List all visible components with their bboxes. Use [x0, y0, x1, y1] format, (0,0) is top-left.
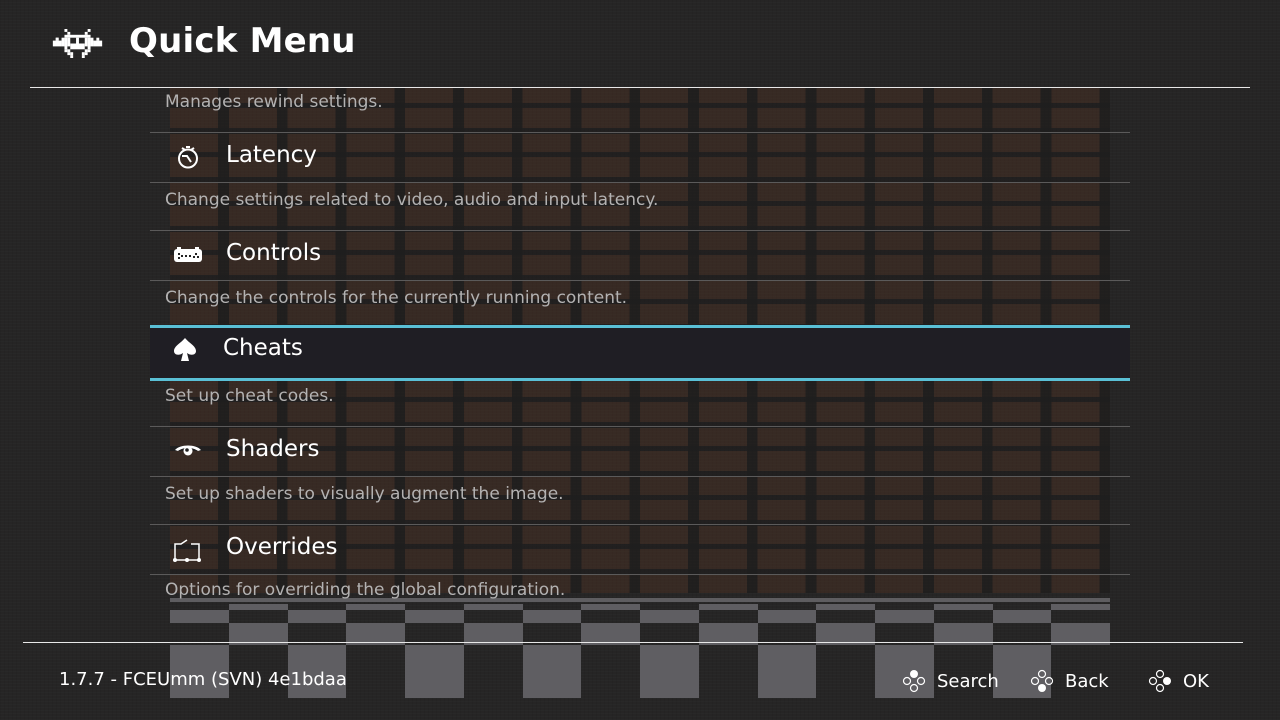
- core-version-label: 1.7.7 - FCEUmm (SVN) 4e1bdaa: [59, 669, 347, 690]
- divider: [150, 182, 1130, 183]
- checker-cell: [875, 610, 934, 623]
- checker-cell: [405, 645, 464, 698]
- checker-cell: [170, 610, 229, 623]
- menu-item-label: Latency: [226, 142, 317, 168]
- checker-cell: [933, 604, 993, 610]
- menu-item-row-selected[interactable]: Cheats: [150, 325, 1130, 381]
- checker-cell: [346, 604, 405, 610]
- spade-icon: [174, 338, 196, 361]
- back-button[interactable]: Back: [1029, 666, 1109, 696]
- ok-button-label: OK: [1183, 670, 1209, 692]
- checker-cell: [757, 645, 817, 698]
- retroarch-invader-icon: [52, 29, 103, 58]
- menu-item-row[interactable]: Shaders: [150, 426, 1130, 476]
- checker-cell: [992, 610, 1052, 623]
- checker-cell: [757, 610, 817, 623]
- ok-button[interactable]: OK: [1147, 666, 1209, 696]
- menu-item-sublabel: Set up shaders to visually augment the i…: [165, 484, 564, 504]
- menu-item-row[interactable]: Latency: [150, 132, 1130, 182]
- menu-item-label: Cheats: [223, 335, 303, 361]
- menu-item-label: Shaders: [226, 436, 320, 462]
- checker-cell: [640, 645, 699, 698]
- menu-item-label: Overrides: [226, 534, 338, 560]
- divider: [150, 280, 1130, 281]
- eye-icon: [175, 445, 201, 456]
- divider: [150, 574, 1130, 575]
- face-button-right-icon: [1148, 669, 1171, 693]
- overrides-icon: [173, 539, 201, 562]
- search-button[interactable]: Search: [901, 666, 999, 696]
- rewind-sublabel: Manages rewind settings.: [165, 92, 383, 112]
- footer-divider: [23, 642, 1243, 643]
- gamepad-icon: [174, 247, 202, 262]
- menu-item-sublabel: Options for overriding the global config…: [165, 580, 566, 600]
- quick-menu-list: Manages rewind settings. Latency Change …: [150, 88, 1130, 600]
- stopwatch-icon: [178, 146, 198, 169]
- checker-cell: [522, 610, 582, 623]
- checker-cell: [816, 604, 875, 610]
- header: Quick Menu: [0, 0, 1280, 88]
- checker-cell: [581, 604, 640, 610]
- face-button-top-icon: [902, 670, 926, 693]
- menu-item-sublabel: Set up cheat codes.: [165, 386, 334, 406]
- checker-cell: [698, 604, 758, 610]
- checker-cell: [228, 604, 288, 610]
- menu-item-sublabel: Change the controls for the currently ru…: [165, 288, 628, 308]
- menu-item-sublabel: Change settings related to video, audio …: [165, 190, 659, 210]
- face-button-bottom-icon: [1030, 669, 1054, 692]
- checker-cell: [463, 604, 523, 610]
- checker-cell: [287, 610, 347, 623]
- checker-cell: [1051, 604, 1110, 610]
- menu-item-row[interactable]: Overrides: [150, 524, 1130, 574]
- page-title: Quick Menu: [129, 21, 356, 61]
- menu-item-row[interactable]: Controls: [150, 230, 1130, 280]
- checker-cell: [405, 610, 464, 623]
- search-button-label: Search: [937, 670, 999, 692]
- back-button-label: Back: [1065, 670, 1109, 692]
- checker-cell: [522, 645, 582, 698]
- checker-cell: [640, 610, 699, 623]
- divider: [150, 476, 1130, 477]
- menu-item-label: Controls: [226, 240, 322, 266]
